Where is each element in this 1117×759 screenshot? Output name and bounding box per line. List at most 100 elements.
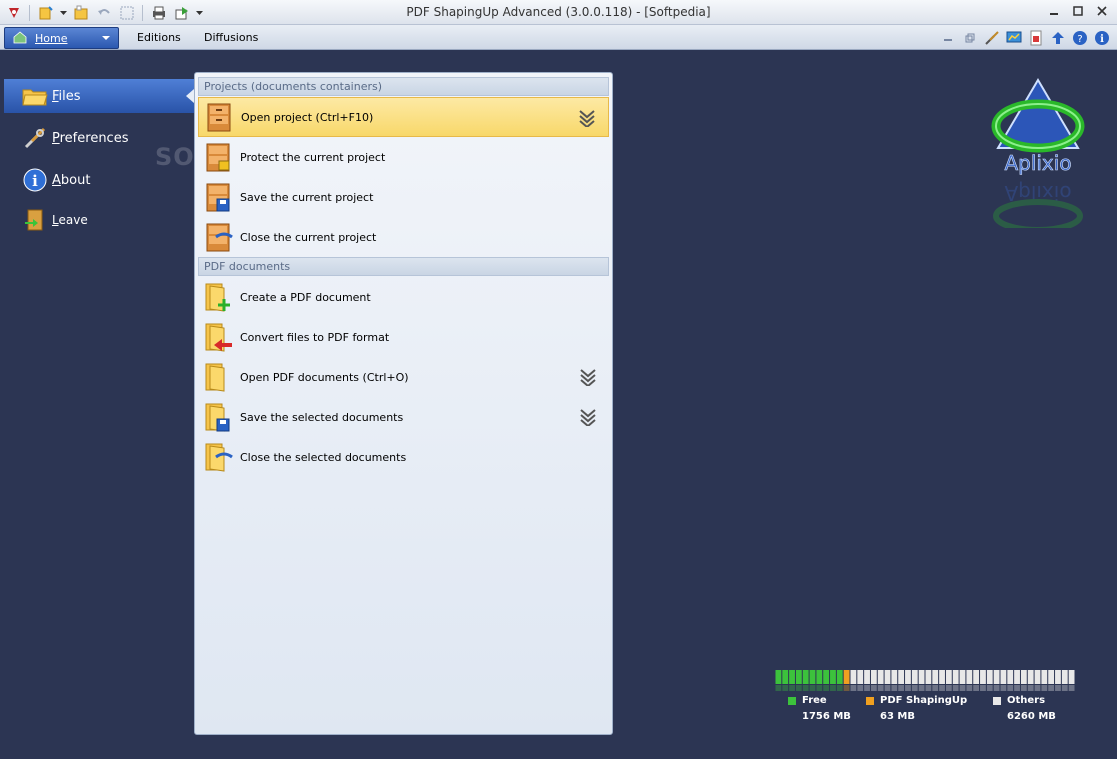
- menu-diffusions[interactable]: Diffusions: [204, 31, 258, 44]
- gauge-cell: [823, 670, 830, 684]
- gauge-cell: [911, 670, 918, 684]
- protect-project-command[interactable]: Protect the current project: [198, 137, 609, 177]
- gauge-cell: [959, 685, 966, 691]
- chevron-down-icon: [102, 36, 110, 40]
- gauge-cell: [1048, 670, 1055, 684]
- gauge-cell: [932, 685, 939, 691]
- gauge-cell: [973, 685, 980, 691]
- gauge-cell: [911, 685, 918, 691]
- gauge-cell: [1034, 685, 1041, 691]
- gauge-cell: [952, 685, 959, 691]
- close-button[interactable]: [1093, 3, 1111, 19]
- gauge-cell: [891, 670, 898, 684]
- close-project-command[interactable]: Close the current project: [198, 217, 609, 257]
- gauge-cell: [802, 685, 809, 691]
- restore-icon[interactable]: [960, 28, 979, 47]
- gauge-cell: [782, 670, 789, 684]
- gauge-cell: [795, 685, 802, 691]
- convert-to-pdf-command[interactable]: Convert files to PDF format: [198, 317, 609, 357]
- document-red-icon[interactable]: [1026, 28, 1045, 47]
- aplixio-logo: Aplixio Aplixio: [990, 78, 1090, 233]
- command-label: Open project (Ctrl+F10): [241, 110, 374, 124]
- folder-convert-icon: [202, 321, 234, 353]
- gauge-cell: [809, 670, 816, 684]
- nav-label: About: [52, 172, 91, 188]
- minimize-ribbon-icon[interactable]: [938, 28, 957, 47]
- menu-editions[interactable]: Editions: [137, 31, 181, 44]
- gauge-cell: [775, 670, 782, 684]
- legend-app-label: PDF ShapingUp: [880, 695, 968, 706]
- command-label: Create a PDF document: [240, 290, 371, 304]
- gauge-cell: [1020, 685, 1027, 691]
- nav-label: Preferences: [52, 130, 129, 146]
- folder-icon: [22, 83, 48, 109]
- gauge-cell: [830, 685, 836, 691]
- legend-free-value: 1756 MB: [802, 711, 851, 722]
- nav-item-files[interactable]: Files: [4, 79, 196, 113]
- legend-swatch-free: [788, 697, 796, 705]
- gauge-cell: [843, 685, 850, 691]
- gauge-cell: [1061, 685, 1068, 691]
- save-project-command[interactable]: Save the current project: [198, 177, 609, 217]
- folder-save-icon: [202, 401, 234, 433]
- gauge-cell: [932, 670, 939, 684]
- gauge-cell: [850, 670, 857, 684]
- gauge-cell: [1048, 685, 1055, 691]
- gauge-cell: [945, 685, 952, 691]
- gauge-cell: [775, 685, 782, 691]
- minimize-button[interactable]: [1045, 3, 1063, 19]
- home-label: Home: [35, 31, 68, 45]
- gauge-cell: [959, 670, 966, 684]
- svg-text:Aplixio: Aplixio: [1004, 151, 1071, 175]
- section-header-projects: Projects (documents containers): [198, 77, 609, 96]
- gauge-cell: [1041, 670, 1048, 684]
- gauge-cell: [850, 685, 857, 691]
- gauge-cell: [1014, 670, 1020, 684]
- presentation-icon[interactable]: [1004, 28, 1023, 47]
- home-icon: [13, 30, 27, 47]
- tools-icon[interactable]: [982, 28, 1001, 47]
- svg-text:?: ?: [1077, 34, 1082, 45]
- gauge-cell: [952, 670, 959, 684]
- folder-add-icon: [202, 281, 234, 313]
- title-bar: PDF ShapingUp Advanced (3.0.0.118) - [So…: [0, 0, 1117, 25]
- svg-text:i: i: [32, 172, 38, 190]
- window-controls: [1045, 3, 1111, 19]
- gauge-cell: [836, 670, 843, 684]
- gauge-cell: [905, 670, 911, 684]
- legend-swatch-others: [993, 697, 1001, 705]
- gauge-cell: [1027, 670, 1034, 684]
- expand-down-icon[interactable]: [579, 368, 597, 386]
- help-icon[interactable]: ?: [1070, 28, 1089, 47]
- gauge-cell: [1000, 670, 1007, 684]
- gauge-cell: [843, 670, 850, 684]
- create-pdf-command[interactable]: Create a PDF document: [198, 277, 609, 317]
- gauge-cell: [870, 685, 877, 691]
- nav-item-leave[interactable]: Leave: [4, 203, 196, 237]
- expand-down-icon[interactable]: [579, 408, 597, 426]
- gauge-cell: [816, 685, 823, 691]
- gauge-cell: [830, 670, 836, 684]
- close-documents-command[interactable]: Close the selected documents: [198, 437, 609, 477]
- command-label: Protect the current project: [240, 150, 386, 164]
- gauge-cell: [939, 685, 945, 691]
- upload-icon[interactable]: [1048, 28, 1067, 47]
- command-label: Save the selected documents: [240, 410, 404, 424]
- gauge-cell: [918, 670, 925, 684]
- gauge-cell: [857, 685, 864, 691]
- cabinet-icon: [203, 101, 235, 133]
- gauge-cell: [986, 670, 993, 684]
- gauge-cell: [898, 670, 905, 684]
- open-project-command[interactable]: Open project (Ctrl+F10): [198, 97, 609, 137]
- maximize-button[interactable]: [1069, 3, 1087, 19]
- gauge-cell: [1055, 685, 1061, 691]
- home-menu-button[interactable]: Home: [4, 27, 119, 49]
- command-label: Save the current project: [240, 190, 374, 204]
- expand-down-icon[interactable]: [578, 109, 596, 127]
- gauge-cell: [870, 670, 877, 684]
- save-documents-command[interactable]: Save the selected documents: [198, 397, 609, 437]
- ribbon-tools: ? i: [938, 28, 1111, 47]
- cabinet-close-icon: [202, 221, 234, 253]
- open-pdf-command[interactable]: Open PDF documents (Ctrl+O): [198, 357, 609, 397]
- info-icon[interactable]: i: [1092, 28, 1111, 47]
